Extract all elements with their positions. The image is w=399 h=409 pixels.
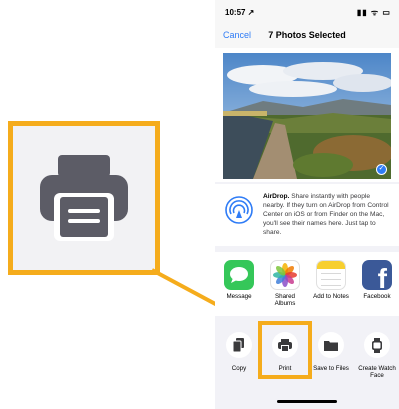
share-apps-row: Message Shared Albums Add to Notes f Fac… bbox=[215, 252, 399, 316]
app-facebook[interactable]: f Facebook bbox=[357, 260, 397, 300]
watch-icon bbox=[364, 332, 390, 358]
action-copy[interactable]: Copy bbox=[217, 332, 261, 372]
folder-icon bbox=[318, 332, 344, 358]
app-label: Facebook bbox=[363, 293, 391, 300]
selected-check-icon[interactable]: ✓ bbox=[376, 164, 387, 175]
facebook-icon: f bbox=[362, 260, 392, 290]
status-bar: 10:57 ↗ ▮▮ ᯤ ▭ bbox=[215, 0, 399, 22]
action-create-watch-face[interactable]: Create Watch Face bbox=[355, 332, 399, 379]
airdrop-icon[interactable] bbox=[225, 196, 253, 224]
app-shared-albums[interactable]: Shared Albums bbox=[265, 260, 305, 307]
landscape-photo-image bbox=[223, 53, 391, 179]
action-save-to-files[interactable]: Save to Files bbox=[309, 332, 353, 372]
status-icons: ▮▮ ᯤ ▭ bbox=[356, 8, 391, 17]
action-label: Copy bbox=[231, 365, 247, 372]
copy-icon bbox=[226, 332, 252, 358]
notes-icon bbox=[316, 260, 346, 290]
airdrop-description: AirDrop. Share instantly with people nea… bbox=[263, 192, 391, 237]
app-label: Add to Notes bbox=[313, 293, 349, 300]
status-time: 10:57 ↗ bbox=[225, 8, 255, 17]
selected-photo[interactable]: ✓ bbox=[223, 53, 391, 179]
app-message[interactable]: Message bbox=[219, 260, 259, 300]
airdrop-section: AirDrop. Share instantly with people nea… bbox=[215, 184, 399, 246]
app-label: Shared Albums bbox=[274, 293, 296, 307]
action-label: Save to Files bbox=[313, 365, 349, 372]
app-add-to-notes[interactable]: Add to Notes bbox=[311, 260, 351, 300]
airdrop-title: AirDrop. bbox=[263, 193, 290, 200]
message-icon bbox=[224, 260, 254, 290]
page-title: 7 Photos Selected bbox=[268, 30, 346, 40]
app-label: Message bbox=[226, 293, 252, 300]
print-button-highlight bbox=[258, 321, 312, 379]
home-indicator[interactable] bbox=[277, 400, 337, 403]
photos-icon bbox=[270, 260, 300, 290]
action-label: Create Watch Face bbox=[358, 365, 396, 379]
nav-bar: Cancel 7 Photos Selected bbox=[215, 22, 399, 49]
photo-strip[interactable]: ✓ bbox=[215, 48, 399, 182]
